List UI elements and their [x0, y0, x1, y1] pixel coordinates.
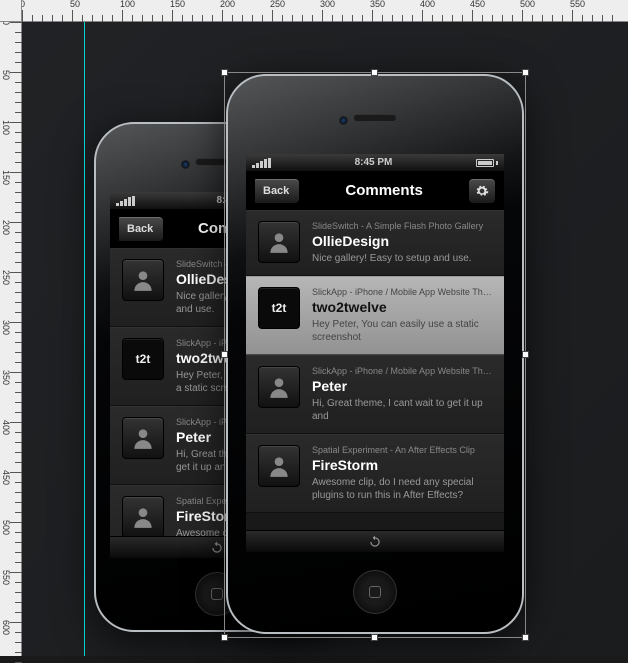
nav-bar: Back Comments: [246, 172, 504, 210]
status-time: 8:45 PM: [355, 157, 393, 168]
back-button[interactable]: Back: [118, 216, 164, 242]
comment-excerpt: Hey Peter, You can easily use a static s…: [312, 318, 492, 344]
phone-screen: 8:45 PM Back Comments SlideSwitch - A Si…: [246, 154, 504, 552]
resize-handle-bm[interactable]: [371, 634, 378, 641]
design-canvas[interactable]: 8:45 Back Commen SlideSwitch - A Simple …: [22, 22, 628, 656]
comment-row[interactable]: t2t SlickApp - iPhone / Mobile App Websit…: [246, 276, 504, 355]
settings-button[interactable]: [468, 178, 496, 204]
avatar: [122, 496, 164, 538]
refresh-icon[interactable]: [368, 535, 382, 549]
comment-context: Spatial Experiment - An After Effects Cl…: [312, 445, 492, 455]
speaker-icon: [353, 114, 397, 122]
gear-icon: [475, 184, 489, 198]
comment-context: SlickApp - iPhone / Mobile App Website T…: [312, 287, 492, 297]
avatar: t2t: [122, 338, 164, 380]
avatar: [122, 417, 164, 459]
ruler-corner: [0, 0, 22, 22]
comment-context: SlickApp - iPhone / Mobile App Website T…: [312, 366, 492, 376]
comment-excerpt: Awesome clip, do I need any special plug…: [312, 476, 492, 502]
signal-icon: [116, 196, 135, 206]
avatar: [258, 221, 300, 263]
guide-vertical[interactable]: [84, 22, 85, 656]
avatar: [258, 366, 300, 408]
ruler-vertical[interactable]: 050100150200250300350400450500550600: [0, 22, 22, 656]
avatar: [122, 259, 164, 301]
battery-icon: [476, 159, 498, 167]
comment-author: two2twelve: [312, 299, 492, 315]
comment-author: FireStorm: [312, 457, 492, 473]
signal-icon: [252, 158, 271, 168]
nav-title: Comments: [345, 182, 423, 199]
camera-icon: [181, 160, 190, 169]
comment-excerpt: Hi, Great theme, I cant wait to get it u…: [312, 397, 492, 423]
comment-row[interactable]: SlickApp - iPhone / Mobile App Website T…: [246, 355, 504, 434]
phone-mockup-front[interactable]: 8:45 PM Back Comments SlideSwitch - A Si…: [226, 74, 524, 634]
home-button[interactable]: [353, 570, 397, 614]
comment-row[interactable]: Spatial Experiment - An After Effects Cl…: [246, 434, 504, 513]
ruler-horizontal[interactable]: 050100150200250300350400450500550: [22, 0, 628, 22]
comment-author: OllieDesign: [312, 233, 492, 249]
comment-author: Peter: [312, 378, 492, 394]
resize-handle-tl[interactable]: [221, 69, 228, 76]
resize-handle-br[interactable]: [522, 634, 529, 641]
status-bar: 8:45 PM: [246, 154, 504, 172]
comment-context: SlideSwitch - A Simple Flash Photo Galle…: [312, 221, 492, 231]
avatar: [258, 445, 300, 487]
toolbar: [246, 530, 504, 552]
comments-list[interactable]: SlideSwitch - A Simple Flash Photo Galle…: [246, 210, 504, 552]
comment-row[interactable]: SlideSwitch - A Simple Flash Photo Galle…: [246, 210, 504, 276]
resize-handle-tr[interactable]: [522, 69, 529, 76]
avatar: t2t: [258, 287, 300, 329]
camera-icon: [339, 116, 348, 125]
resize-handle-bl[interactable]: [221, 634, 228, 641]
back-button[interactable]: Back: [254, 178, 300, 204]
comment-excerpt: Nice gallery! Easy to setup and use.: [312, 252, 492, 265]
refresh-icon[interactable]: [210, 541, 224, 555]
